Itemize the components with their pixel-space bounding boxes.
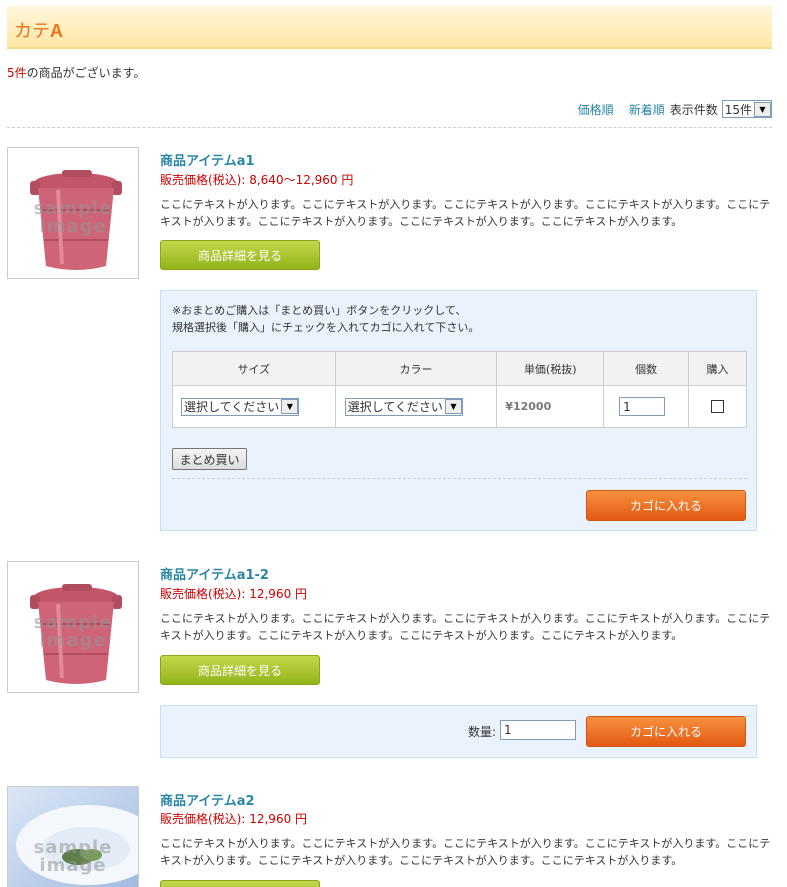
bulk-buy-button[interactable]: まとめ買い <box>172 448 247 470</box>
bulk-purchase-box: ※おまとめご購入は「まとめ買い」ボタンをクリックして、 規格選択後「購入」にチェ… <box>160 290 757 531</box>
quantity-label: 数量: <box>468 725 497 739</box>
purchase-checkbox[interactable] <box>711 400 725 413</box>
product-description: ここにテキストが入ります。ここにテキストが入ります。ここにテキストが入ります。こ… <box>160 198 771 228</box>
result-count-number: 5件 <box>7 66 27 80</box>
add-to-cart-button[interactable]: カゴに入れる <box>586 716 746 747</box>
chevron-down-icon: ▼ <box>444 399 462 414</box>
detail-button[interactable] <box>160 880 320 887</box>
divider <box>172 478 747 479</box>
product-image[interactable]: sample image <box>7 786 139 887</box>
category-title: カテA <box>14 21 63 42</box>
detail-button[interactable]: 商品詳細を見る <box>160 240 320 270</box>
sort-new-link[interactable]: 新着順 <box>629 101 665 118</box>
product-price: 販売価格(税込): 12,960 円 <box>160 812 308 826</box>
result-count-text: の商品がございます。 <box>26 66 146 80</box>
bulk-notice: ※おまとめご購入は「まとめ買い」ボタンをクリックして、 規格選択後「購入」にチェ… <box>172 304 480 334</box>
detail-button[interactable]: 商品詳細を見る <box>160 655 320 685</box>
product-price: 販売価格(税込): 8,640～12,960 円 <box>160 173 354 187</box>
unit-price: ¥12000 <box>496 385 605 428</box>
table-row: 選択してください ▼ 選択してください ▼ ¥12000 1 <box>172 385 747 428</box>
product-name[interactable]: 商品アイテムa1-2 <box>160 564 269 583</box>
sort-bar: 価格順 新着順 表示件数 15件 ▼ <box>563 99 772 119</box>
display-count-label: 表示件数 <box>669 102 718 117</box>
color-select[interactable]: 選択してください ▼ <box>344 397 463 416</box>
add-to-cart-button[interactable]: カゴに入れる <box>586 490 746 521</box>
divider <box>7 127 772 128</box>
category-header: カテA <box>7 6 772 49</box>
quantity-input[interactable]: 1 <box>500 720 576 740</box>
cart-box: 数量: 1 カゴに入れる <box>160 705 757 758</box>
watermark-line2: image <box>39 855 107 876</box>
quantity-input[interactable]: 1 <box>619 397 666 416</box>
size-select[interactable]: 選択してください ▼ <box>181 397 300 416</box>
watermark-line2: image <box>39 630 107 651</box>
product-description: ここにテキストが入ります。ここにテキストが入ります。ここにテキストが入ります。こ… <box>160 837 771 867</box>
result-count: 5件の商品がございます。 <box>7 64 145 81</box>
product-description: ここにテキストが入ります。ここにテキストが入ります。ここにテキストが入ります。こ… <box>160 612 771 642</box>
variant-table: サイズ カラー 単価(税抜) 個数 購入 選択してください ▼ 選択してください… <box>172 351 747 428</box>
watermark-line2: image <box>39 216 107 237</box>
product-image[interactable]: sample image <box>7 147 139 279</box>
product-name[interactable]: 商品アイテムa1 <box>160 150 255 169</box>
header-quantity: 個数 <box>603 351 690 386</box>
chevron-down-icon: ▼ <box>754 101 771 117</box>
product-price: 販売価格(税込): 12,960 円 <box>160 587 308 601</box>
header-color: カラー <box>334 351 498 386</box>
sort-price-link[interactable]: 価格順 <box>578 101 614 118</box>
product-image[interactable]: sample image <box>7 561 139 693</box>
header-purchase: 購入 <box>688 351 747 386</box>
display-count-select[interactable]: 15件 ▼ <box>721 100 772 118</box>
product-name[interactable]: 商品アイテムa2 <box>160 790 255 809</box>
chevron-down-icon: ▼ <box>281 399 299 414</box>
header-unit-price: 単価(税抜) <box>496 351 605 386</box>
header-size: サイズ <box>172 351 336 386</box>
